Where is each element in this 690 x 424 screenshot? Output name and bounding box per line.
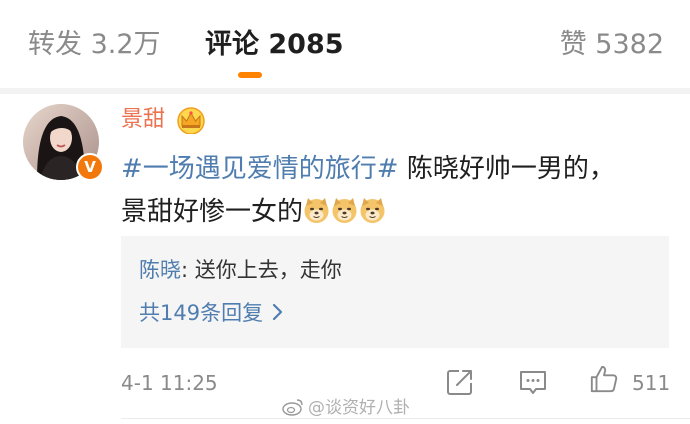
more-replies-label: 共149条回复 [139, 301, 264, 325]
comment-text-line1: 陈晓好帅一男的， [398, 154, 615, 184]
hashtag-link[interactable]: #一场遇见爱情的旅行# [121, 154, 399, 184]
reply-item: 陈晓: 送你上去，走你 [139, 256, 342, 284]
section-divider [0, 88, 690, 94]
reply-username[interactable]: 陈晓 [139, 258, 181, 282]
tab-like[interactable]: 赞 5382 [560, 28, 664, 62]
comment-timestamp: 4-1 11:25 [121, 371, 218, 395]
weibo-logo-icon [282, 399, 303, 416]
reply-text: : 送你上去，走你 [181, 258, 342, 282]
weibo-comment-screen: 转发 3.2万 评论 2085 赞 5382 V 景甜 #一场遇见爱情的旅行# … [0, 0, 690, 424]
comment-body: #一场遇见爱情的旅行# 陈晓好帅一男的， 景甜好惨一女的 [121, 148, 666, 238]
watermark-text: @谈资好八卦 [308, 398, 410, 418]
verified-badge: V [76, 153, 104, 181]
crown-icon [177, 107, 205, 134]
comment-text-line2: 景甜好惨一女的 [121, 197, 304, 227]
reply-preview-box[interactable]: 陈晓: 送你上去，走你 共149条回复 [121, 236, 669, 348]
like-count: 511 [632, 371, 671, 395]
doge-emoji-icon [360, 198, 385, 223]
tab-repost[interactable]: 转发 3.2万 [28, 28, 161, 62]
doge-emoji-icon [304, 198, 329, 223]
emoji-row [303, 195, 387, 238]
more-replies-link[interactable]: 共149条回复 [139, 299, 285, 327]
comment-reply-icon[interactable] [518, 367, 548, 397]
tab-comment[interactable]: 评论 2085 [205, 28, 344, 62]
tab-bar: 转发 3.2万 评论 2085 赞 5382 [0, 0, 690, 88]
share-icon[interactable] [445, 367, 475, 397]
active-tab-indicator [238, 72, 262, 78]
watermark: @谈资好八卦 [282, 397, 410, 419]
thumbs-up-icon[interactable] [589, 364, 619, 394]
comment-username[interactable]: 景甜 [121, 106, 165, 134]
chevron-right-icon [272, 303, 283, 321]
doge-emoji-icon [332, 198, 357, 223]
